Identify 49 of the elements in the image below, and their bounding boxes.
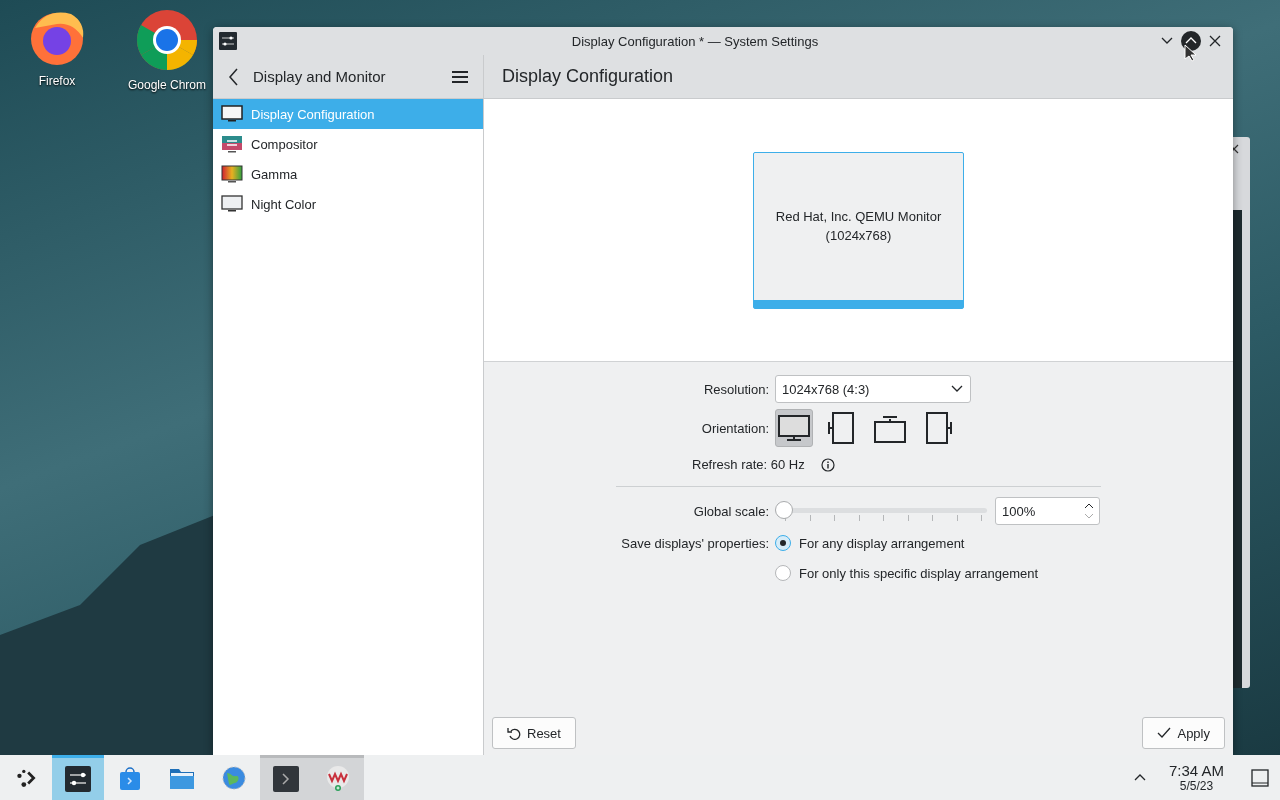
clock[interactable]: 7:34 AM 5/5/23 [1154, 755, 1240, 800]
radio-option[interactable]: For only this specific display arrangement [775, 561, 1039, 585]
sidebar-item[interactable]: Gamma [213, 159, 483, 189]
monitor-preview[interactable]: Red Hat, Inc. QEMU Monitor (1024x768) [753, 151, 964, 309]
globe-icon [221, 764, 247, 791]
resolution-dropdown[interactable]: 1024x768 (4:3) [775, 375, 971, 403]
global-scale-label: Global scale: [693, 503, 769, 519]
sidebar-title: Display and Monitor [253, 68, 387, 85]
orientation-button[interactable] [775, 409, 813, 447]
page-title: Display Configuration [502, 66, 674, 87]
shopping-bag-icon [117, 764, 143, 791]
monitor-sliders-icon [221, 133, 243, 155]
terminal-icon [273, 766, 299, 792]
desktop-icon-label[interactable]: Google Chrom [127, 78, 206, 92]
vm-logo-icon [325, 765, 351, 793]
scale-spinbox[interactable]: 100% [995, 497, 1100, 525]
flipped-monitor-icon [873, 413, 907, 443]
apply-button[interactable]: Apply [1142, 717, 1225, 749]
desktop-icon-label[interactable]: Firefox [38, 74, 76, 88]
taskbar-item[interactable] [52, 755, 104, 800]
orientation-label: Orientation: [701, 420, 769, 436]
monitor-icon [221, 103, 243, 125]
close-icon [1208, 34, 1222, 48]
monitor-icon [221, 193, 243, 215]
sidebar-item[interactable]: Compositor [213, 129, 483, 159]
monitor-icon [777, 413, 811, 443]
save-properties-label: Save displays' properties: [621, 535, 769, 551]
scale-slider[interactable] [775, 500, 987, 522]
window-title: Display Configuration * — System Settings [570, 33, 820, 49]
color-monitor-icon [221, 163, 243, 185]
sidebar-item[interactable]: Night Color [213, 189, 483, 219]
radio-option[interactable]: For any display arrangement [775, 531, 965, 555]
monitor-name: Red Hat, Inc. QEMU Monitor [775, 209, 942, 224]
sliders-icon [219, 32, 237, 50]
maximize-button[interactable] [1181, 31, 1201, 51]
mouse-cursor-icon [1184, 44, 1196, 62]
reset-button[interactable]: Reset [492, 717, 576, 749]
portrait-monitor-icon [827, 411, 857, 445]
portrait-monitor-icon [923, 411, 953, 445]
check-icon [1157, 726, 1172, 740]
window-icon [1251, 768, 1269, 787]
refresh-rate-text: Refresh rate: 60 Hz [692, 457, 805, 472]
resolution-label: Resolution: [703, 381, 769, 397]
info-icon [820, 457, 835, 472]
monitor-resolution: (1024x768) [825, 228, 892, 243]
taskbar-item[interactable] [260, 755, 312, 800]
chrome-circle-icon [135, 8, 199, 72]
undo-icon [507, 726, 521, 740]
sliders-icon [65, 766, 91, 792]
